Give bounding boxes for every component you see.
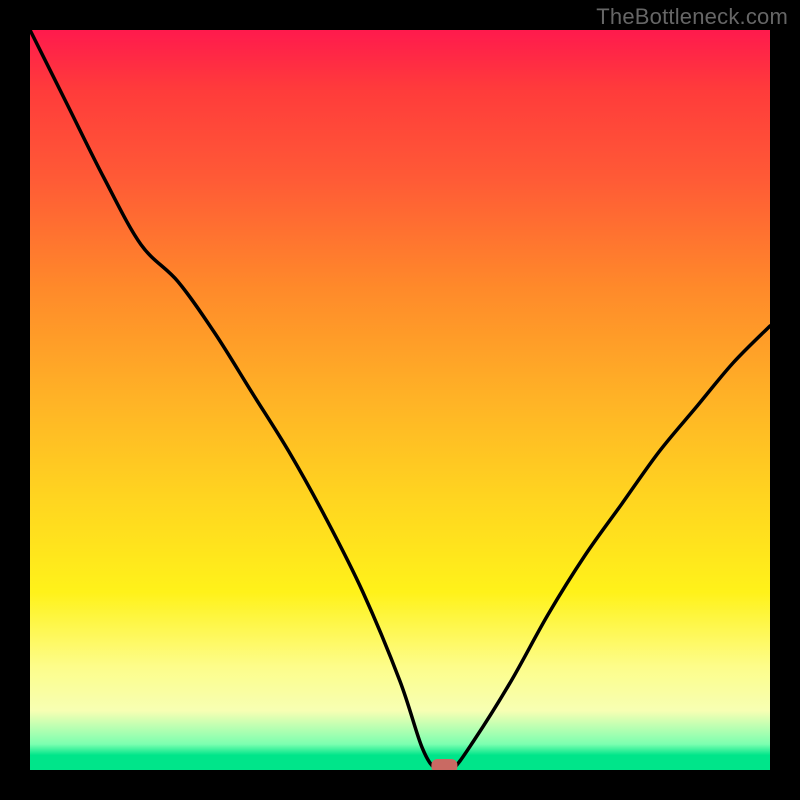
minimum-marker xyxy=(431,759,457,770)
bottleneck-curve xyxy=(30,30,770,770)
chart-svg xyxy=(30,30,770,770)
chart-frame: TheBottleneck.com xyxy=(0,0,800,800)
plot-area xyxy=(30,30,770,770)
watermark-label: TheBottleneck.com xyxy=(596,4,788,30)
